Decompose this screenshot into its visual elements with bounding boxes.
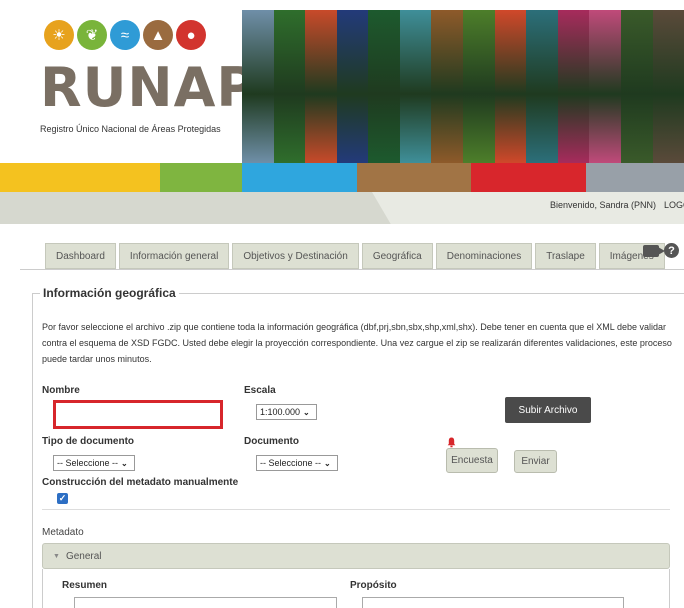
tab-geografica[interactable]: Geográfica <box>361 243 433 269</box>
banner-photo-strip <box>526 10 558 163</box>
logout-link[interactable]: LOGO <box>664 200 684 210</box>
banner-photo-strip <box>399 10 432 163</box>
upload-button[interactable]: Subir Archivo <box>505 397 591 423</box>
video-icon[interactable] <box>643 244 665 257</box>
form-divider <box>42 509 670 510</box>
tab-divider <box>20 269 684 270</box>
banner-photo-strip <box>557 10 590 163</box>
tipo-documento-label: Tipo de documento <box>42 436 135 447</box>
banner-photo-strip <box>652 10 684 163</box>
color-bar-segment <box>586 163 684 192</box>
color-bar-segment <box>471 163 586 192</box>
enviar-button[interactable]: Enviar <box>514 450 557 473</box>
documento-select[interactable]: -- Seleccione -- ⌄ <box>256 455 338 471</box>
nombre-label: Nombre <box>42 385 80 396</box>
welcome-text: Bienvenido, Sandra (PNN) <box>550 200 657 210</box>
leaf-icon: ❦ <box>77 20 107 50</box>
banner-photo-strip <box>463 10 495 163</box>
escala-select[interactable]: 1:100.000 ⌄ <box>256 404 317 420</box>
logo-circles: ☀ ❦ ≈ ▲ ● <box>44 20 206 50</box>
page: ☀ ❦ ≈ ▲ ● RUNAP Registro Único Nacional de Á… <box>0 0 684 608</box>
accordion-general-title: General <box>65 550 102 562</box>
color-bar-segment <box>0 163 160 192</box>
section-title: Información geográfica <box>40 286 179 300</box>
metadato-label: Metadato <box>42 527 84 538</box>
header-banner-image <box>242 10 684 163</box>
help-icon[interactable]: ? <box>664 243 679 258</box>
chevron-down-icon: ⌄ <box>303 407 310 417</box>
banner-photo-strip <box>589 10 621 163</box>
chevron-down-icon: ⌄ <box>121 458 128 468</box>
banner-photo-strip <box>305 10 337 163</box>
banner-photo-strip <box>620 10 653 163</box>
palm-icon: ☀ <box>44 20 74 50</box>
encuesta-button[interactable]: Encuesta <box>446 448 498 473</box>
section-intro: Por favor seleccione el archivo .zip que… <box>42 322 672 364</box>
tab-bar: Dashboard Información general Objetivos … <box>45 243 665 269</box>
tipo-documento-select[interactable]: -- Seleccione -- ⌄ <box>53 455 135 471</box>
tab-traslape[interactable]: Traslape <box>535 243 596 269</box>
tab-informacion-general[interactable]: Información general <box>118 243 230 269</box>
caret-down-icon: ▼ <box>53 552 60 560</box>
bear-icon: ● <box>176 20 206 50</box>
escala-label: Escala <box>244 385 276 396</box>
tab-objetivos[interactable]: Objetivos y Destinación <box>232 243 359 269</box>
color-bar-segment <box>357 163 471 192</box>
banner-photo-strip <box>242 10 274 163</box>
color-bar <box>0 163 684 192</box>
wave-icon: ≈ <box>110 20 140 50</box>
construccion-checkbox[interactable]: ✓ <box>57 493 68 504</box>
proposito-label: Propósito <box>350 580 397 591</box>
chevron-down-icon: ⌄ <box>324 458 331 468</box>
proposito-textarea[interactable] <box>362 597 624 608</box>
color-bar-segment <box>160 163 242 192</box>
tab-icons: ? <box>643 243 679 258</box>
tab-denominaciones[interactable]: Denominaciones <box>435 243 533 269</box>
accordion-general[interactable]: ▼ General <box>42 543 670 569</box>
banner-photo-strip <box>336 10 369 163</box>
logo-subtitle: Registro Único Nacional de Áreas Protegi… <box>40 124 221 134</box>
escala-value: 1:100.000 <box>260 407 301 417</box>
banner-photo-strip <box>273 10 306 163</box>
construccion-label: Construcción del metadato manualmente <box>42 477 239 488</box>
logo-wordmark: RUNAP <box>40 56 257 119</box>
resumen-label: Resumen <box>62 580 108 591</box>
banner-photo-strip <box>431 10 464 163</box>
nombre-input[interactable] <box>53 400 223 429</box>
documento-value: -- Seleccione -- <box>260 458 322 468</box>
banner-photo-strip <box>368 10 400 163</box>
tab-dashboard[interactable]: Dashboard <box>45 243 116 269</box>
mountain-icon: ▲ <box>143 20 173 50</box>
bell-icon <box>447 437 456 448</box>
banner-photo-strip <box>494 10 527 163</box>
runap-logo: ☀ ❦ ≈ ▲ ● RUNAP Registro Único Nacional de Á… <box>36 14 256 154</box>
resumen-textarea[interactable] <box>74 597 337 608</box>
documento-label: Documento <box>244 436 299 447</box>
color-bar-segment <box>242 163 357 192</box>
tipo-documento-value: -- Seleccione -- <box>57 458 119 468</box>
